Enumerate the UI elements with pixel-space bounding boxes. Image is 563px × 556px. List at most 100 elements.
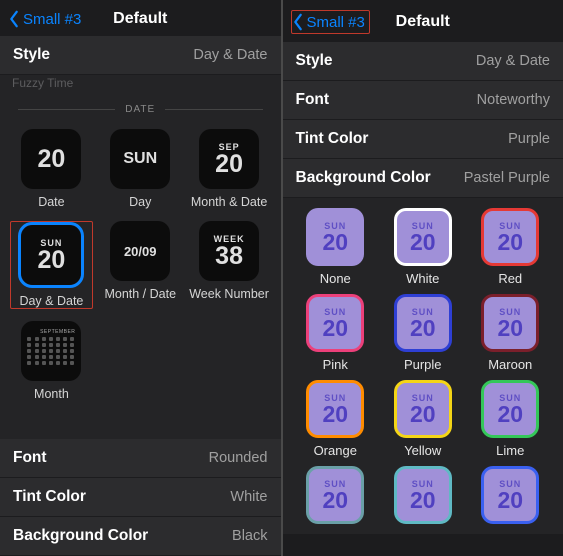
tile-big-text: 20	[497, 489, 523, 512]
back-button[interactable]: Small #3	[8, 10, 81, 28]
tile-top-text: SUN	[324, 307, 346, 317]
style-thumb: SEP 20	[199, 129, 259, 189]
color-option-orange[interactable]: SUN20Orange	[297, 380, 375, 458]
row-font-label: Font	[13, 449, 47, 467]
row-tint-value: Purple	[508, 131, 550, 147]
color-option-row-11[interactable]: SUN20	[472, 466, 550, 524]
tile-big-text: 20	[410, 489, 436, 512]
row-tint-color[interactable]: Tint Color Purple	[283, 120, 563, 158]
style-option-month-date[interactable]: SEP 20 Month & Date	[188, 129, 271, 209]
settings-list: Font Rounded Tint Color White Background…	[0, 439, 281, 556]
color-tile: SUN20	[394, 294, 452, 352]
style-thumb: SUN	[110, 129, 170, 189]
row-background-color[interactable]: Background Color Pastel Purple	[283, 159, 563, 197]
chevron-left-icon	[292, 13, 304, 31]
row-tint-color[interactable]: Tint Color White	[0, 478, 281, 516]
tile-big-text: 20	[497, 317, 523, 340]
color-option-maroon[interactable]: SUN20Maroon	[472, 294, 550, 372]
color-option-row-9[interactable]: SUN20	[297, 466, 375, 524]
style-thumb-calendar: SEPTEMBER	[21, 321, 81, 381]
color-option-purple[interactable]: SUN20Purple	[384, 294, 462, 372]
nav-title: Default	[396, 13, 450, 31]
color-label: Pink	[323, 357, 348, 372]
row-tint-value: White	[230, 489, 267, 505]
tile-top-text: SUN	[499, 307, 521, 317]
style-option-day[interactable]: SUN Day	[99, 129, 182, 209]
row-bg-value: Pastel Purple	[464, 170, 550, 186]
color-option-none[interactable]: SUN20 None	[297, 208, 375, 286]
color-grid: SUN20NoneSUN20WhiteSUN20RedSUN20PinkSUN2…	[283, 198, 563, 534]
navbar: Small #3 Default	[0, 0, 281, 36]
color-option-row-10[interactable]: SUN20	[384, 466, 462, 524]
style-option-month[interactable]: SEPTEMBER Month	[10, 321, 93, 401]
color-option-white[interactable]: SUN20White	[384, 208, 462, 286]
thumb-big: 20	[215, 152, 243, 177]
style-thumb: SUN 20	[21, 225, 81, 285]
color-tile: SUN20	[481, 466, 539, 524]
color-tile: SUN20	[481, 208, 539, 266]
row-font[interactable]: Font Rounded	[0, 439, 281, 477]
tile-top-text: SUN	[412, 307, 434, 317]
color-tile: SUN20	[394, 208, 452, 266]
style-option-week-number[interactable]: WEEK 38 Week Number	[188, 221, 271, 309]
thumb-mid: 20/09	[124, 244, 157, 259]
style-grid: 20 Date SUN Day SEP 20 Month & Date	[0, 123, 281, 413]
row-bg-value: Black	[232, 528, 267, 544]
style-caption: Week Number	[189, 287, 269, 301]
row-font-value: Noteworthy	[477, 92, 550, 108]
back-button-highlighted[interactable]: Small #3	[291, 10, 370, 34]
tile-big-text: 20	[410, 231, 436, 254]
color-option-pink[interactable]: SUN20Pink	[297, 294, 375, 372]
row-bg-label: Background Color	[296, 169, 431, 187]
row-background-color[interactable]: Background Color Black	[0, 517, 281, 555]
tile-top-text: SUN	[412, 393, 434, 403]
thumb-big: SUN	[123, 150, 157, 168]
row-font[interactable]: Font Noteworthy	[283, 81, 563, 119]
tile-big-text: 20	[497, 231, 523, 254]
style-caption: Month	[34, 387, 69, 401]
row-style[interactable]: Style Day & Date	[0, 36, 281, 74]
tile-top-text: SUN	[412, 479, 434, 489]
style-caption: Day	[129, 195, 151, 209]
color-option-yellow[interactable]: SUN20Yellow	[384, 380, 462, 458]
style-caption: Month / Date	[104, 287, 176, 301]
color-label: Lime	[496, 443, 524, 458]
back-label: Small #3	[23, 11, 81, 28]
section-divider-date: DATE	[0, 91, 281, 123]
nav-title: Default	[113, 10, 167, 28]
tile-top-text: SUN	[412, 221, 434, 231]
row-style-label: Style	[296, 52, 333, 70]
navbar: Small #3 Default	[283, 0, 563, 42]
color-label: None	[320, 271, 351, 286]
color-tile: SUN20	[481, 380, 539, 438]
color-option-red[interactable]: SUN20 Red	[472, 208, 550, 286]
tile-big-text: 20	[410, 403, 436, 426]
color-tile: SUN20	[306, 208, 364, 266]
tile-top-text: SUN	[499, 221, 521, 231]
color-tile: SUN20	[394, 380, 452, 438]
row-font-label: Font	[296, 91, 330, 109]
color-tile: SUN20	[394, 466, 452, 524]
color-label: Orange	[314, 443, 357, 458]
tile-top-text: SUN	[324, 221, 346, 231]
divider-label: DATE	[125, 104, 155, 115]
tile-top-text: SUN	[324, 393, 346, 403]
thumb-big: 38	[215, 244, 243, 269]
panel-left-style: Small #3 Default Style Day & Date Fuzzy …	[0, 0, 281, 556]
style-option-month-slash-date[interactable]: 20/09 Month / Date	[99, 221, 182, 309]
style-scroll-area: Fuzzy Time DATE 20 Date SUN Day SEP	[0, 75, 281, 439]
tile-big-text: 20	[410, 317, 436, 340]
style-option-day-date-selected[interactable]: SUN 20 Day & Date	[10, 221, 93, 309]
color-option-lime[interactable]: SUN20 Lime	[472, 380, 550, 458]
color-tile: SUN20	[481, 294, 539, 352]
style-caption: Day & Date	[19, 294, 83, 308]
style-option-date[interactable]: 20 Date	[10, 129, 93, 209]
row-style[interactable]: Style Day & Date	[283, 42, 563, 80]
color-label: Red	[498, 271, 522, 286]
fuzzy-time-label: Fuzzy Time	[0, 75, 281, 91]
color-tile: SUN20	[306, 466, 364, 524]
style-thumb: 20	[21, 129, 81, 189]
panel-right-colors: Small #3 Default Style Day & Date Font N…	[283, 0, 563, 556]
row-bg-label: Background Color	[13, 527, 148, 545]
selection-ring: SUN 20	[18, 222, 84, 288]
